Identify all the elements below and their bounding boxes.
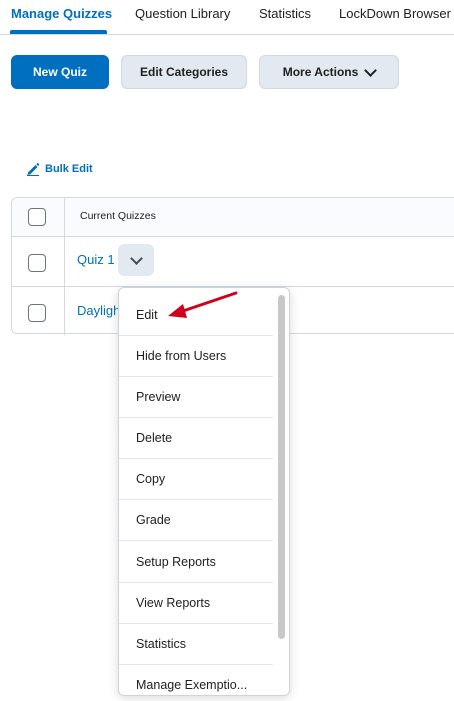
- menu-item-copy[interactable]: Copy: [119, 458, 273, 499]
- menu-item-statistics[interactable]: Statistics: [119, 623, 273, 664]
- edit-categories-button[interactable]: Edit Categories: [121, 55, 247, 89]
- bulk-edit-label: Bulk Edit: [45, 163, 93, 175]
- new-quiz-label: New Quiz: [32, 65, 87, 79]
- more-actions-button[interactable]: More Actions: [259, 55, 399, 89]
- table-header: [12, 198, 454, 237]
- tab-bar: Manage Quizzes Question Library Statisti…: [0, 0, 454, 35]
- chevron-down-icon: [129, 251, 143, 265]
- menu-item-view-reports[interactable]: View Reports: [119, 582, 273, 623]
- menu-item-delete[interactable]: Delete: [119, 417, 273, 458]
- tab-question-library[interactable]: Question Library: [135, 6, 230, 21]
- chevron-down-icon: [364, 63, 378, 77]
- column-divider: [64, 198, 65, 335]
- menu-item-manage-exemptions[interactable]: Manage Exemptio...: [119, 664, 273, 695]
- active-tab-indicator: [10, 30, 107, 34]
- menu-item-setup-reports[interactable]: Setup Reports: [119, 541, 273, 582]
- tab-lockdown-browser[interactable]: LockDown Browser: [339, 6, 451, 21]
- quiz-link-quiz-1[interactable]: Quiz 1: [77, 252, 115, 267]
- tab-statistics[interactable]: Statistics: [259, 6, 311, 21]
- more-actions-label: More Actions: [282, 65, 359, 79]
- edit-categories-label: Edit Categories: [139, 65, 229, 79]
- quiz-actions-dropdown-button[interactable]: [118, 244, 154, 276]
- menu-item-edit[interactable]: Edit: [119, 294, 273, 335]
- current-quizzes-header: Current Quizzes: [80, 210, 156, 222]
- menu-item-hide-from-users[interactable]: Hide from Users: [119, 335, 273, 376]
- menu-item-preview[interactable]: Preview: [119, 376, 273, 417]
- menu-item-grade[interactable]: Grade: [119, 499, 273, 540]
- tab-manage-quizzes[interactable]: Manage Quizzes: [11, 6, 112, 21]
- row-checkbox-quiz-1[interactable]: [28, 254, 46, 272]
- quiz-context-menu: Edit Hide from Users Preview Delete Copy…: [118, 287, 290, 696]
- bulk-edit-button[interactable]: Bulk Edit: [26, 162, 93, 176]
- menu-scrollbar[interactable]: [278, 295, 285, 639]
- new-quiz-button[interactable]: New Quiz: [11, 55, 109, 89]
- select-all-checkbox[interactable]: [28, 208, 46, 226]
- row-checkbox-daylight[interactable]: [28, 304, 46, 322]
- quiz-link-daylight[interactable]: Daylight: [77, 303, 124, 318]
- pencil-icon: [27, 163, 40, 176]
